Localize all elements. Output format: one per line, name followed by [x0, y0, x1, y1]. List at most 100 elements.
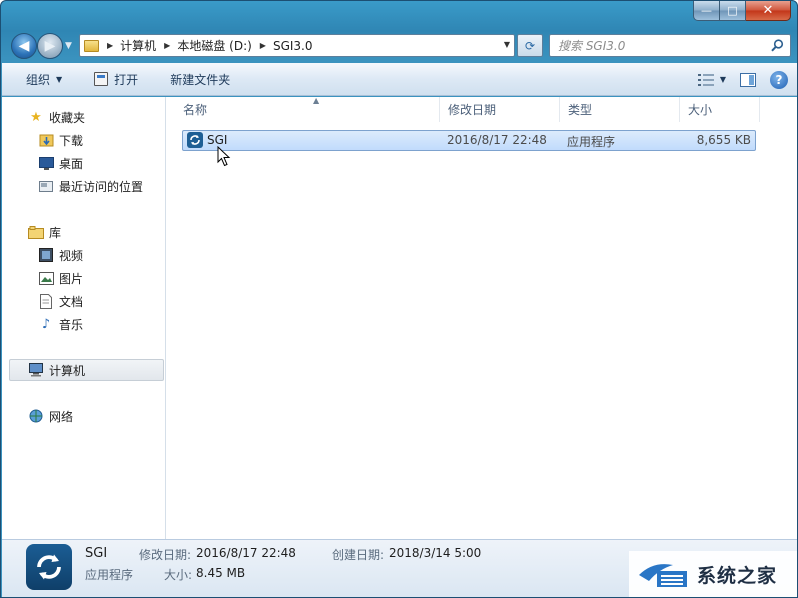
breadcrumb-local-disk[interactable]: 本地磁盘 (D:)	[177, 37, 251, 54]
file-name: SGI	[207, 133, 228, 147]
details-size-value: 8.45 MB	[196, 566, 246, 580]
address-dropdown-icon[interactable]: ▼	[504, 40, 510, 49]
details-size-label: 大小:	[164, 568, 193, 582]
address-bar[interactable]: ▶ 计算机 ▶ 本地磁盘 (D:) ▶ SGI3.0 ▼	[79, 34, 515, 57]
chevron-down-icon: ▼	[56, 74, 63, 84]
search-input[interactable]: 搜索 SGI3.0	[549, 34, 791, 57]
nav-item-downloads[interactable]: 下载	[38, 130, 83, 150]
details-modified-label: 修改日期:	[139, 548, 192, 562]
computer-icon	[28, 362, 44, 378]
watermark-text: 系统之家	[697, 564, 778, 587]
toolbar-right: ▼ ?	[697, 63, 788, 96]
help-icon[interactable]: ?	[770, 70, 788, 89]
column-header-size[interactable]: 大小	[680, 97, 760, 122]
document-icon	[38, 293, 54, 309]
table-row[interactable]: SGI 2016/8/17 22:48 应用程序 8,655 KB	[182, 130, 756, 151]
close-button[interactable]: ✕	[746, 1, 791, 21]
caption-buttons: — □ ✕	[693, 1, 791, 21]
video-icon	[38, 247, 54, 263]
content-area: ★ 收藏夹 下载 桌面 最近访问的位置 库 视频 图片 文档 ♪ 音乐 计算机 …	[2, 96, 797, 539]
nav-favorites[interactable]: ★ 收藏夹	[28, 107, 85, 127]
nav-libraries[interactable]: 库	[28, 222, 61, 242]
downloads-icon	[38, 132, 54, 148]
sort-ascending-icon: ▲	[313, 96, 320, 105]
organize-label: 组织	[26, 72, 51, 87]
details-created-value: 2018/3/14 5:00	[389, 546, 482, 560]
organize-button[interactable]: 组织 ▼	[2, 63, 72, 96]
chevron-right-icon[interactable]: ▶	[260, 41, 266, 50]
file-list-pane: 名称 ▲ 修改日期 类型 大小 SGI 2016/8/17 22:48 应用程序…	[167, 96, 797, 539]
file-type: 应用程序	[567, 135, 616, 149]
nav-item-music[interactable]: ♪ 音乐	[38, 314, 83, 334]
nav-item-desktop[interactable]: 桌面	[38, 153, 83, 173]
nav-item-label: 音乐	[59, 317, 84, 332]
column-header-type[interactable]: 类型	[560, 97, 680, 122]
desktop-icon	[38, 155, 54, 171]
app-icon	[187, 132, 203, 148]
forward-button[interactable]: ▶	[37, 33, 63, 59]
watermark-logo-icon	[639, 564, 687, 587]
preview-pane-icon[interactable]	[740, 72, 756, 87]
address-row: ◀ ▶ ▼ ▶ 计算机 ▶ 本地磁盘 (D:) ▶ SGI3.0 ▼ ⟳ 搜索 …	[1, 29, 797, 63]
nav-item-label: 图片	[59, 271, 84, 286]
nav-network[interactable]: 网络	[28, 406, 73, 426]
nav-network-label: 网络	[49, 409, 74, 424]
nav-item-recent[interactable]: 最近访问的位置	[38, 176, 143, 196]
app-icon-large	[26, 544, 72, 590]
navigation-pane: ★ 收藏夹 下载 桌面 最近访问的位置 库 视频 图片 文档 ♪ 音乐 计算机 …	[2, 97, 166, 539]
nav-item-label: 桌面	[59, 156, 84, 171]
open-icon	[94, 72, 109, 86]
arrow-left-icon: ◀	[18, 38, 30, 54]
nav-computer-label: 计算机	[49, 363, 86, 378]
picture-icon	[38, 270, 54, 286]
recent-pages-dropdown-icon[interactable]: ▼	[65, 41, 72, 51]
column-header-modified[interactable]: 修改日期	[440, 97, 560, 122]
details-modified-value: 2016/8/17 22:48	[196, 546, 296, 560]
explorer-window: — □ ✕ ◀ ▶ ▼ ▶ 计算机 ▶ 本地磁盘 (D:) ▶ SGI3.0 ▼…	[0, 0, 798, 598]
nav-item-label: 下载	[59, 133, 84, 148]
file-modified: 2016/8/17 22:48	[447, 133, 547, 147]
back-button[interactable]: ◀	[11, 33, 37, 59]
file-size: 8,655 KB	[696, 133, 751, 147]
breadcrumb-computer[interactable]: 计算机	[120, 37, 156, 54]
open-label: 打开	[114, 72, 139, 87]
change-view-button[interactable]: ▼	[697, 73, 726, 86]
search-placeholder: 搜索 SGI3.0	[558, 39, 626, 53]
minimize-button[interactable]: —	[693, 1, 720, 21]
nav-item-label: 文档	[59, 294, 84, 309]
mouse-cursor-icon	[217, 146, 231, 167]
chevron-down-icon: ▼	[719, 75, 726, 84]
column-name-label: 名称	[183, 103, 208, 117]
nav-computer[interactable]: 计算机	[28, 360, 85, 380]
nav-favorites-label: 收藏夹	[49, 110, 86, 125]
network-icon	[28, 408, 44, 424]
nav-item-label: 最近访问的位置	[59, 179, 144, 194]
open-button[interactable]: 打开	[84, 63, 148, 96]
new-folder-button[interactable]: 新建文件夹	[160, 63, 240, 96]
watermark: 系统之家	[629, 551, 797, 597]
nav-item-videos[interactable]: 视频	[38, 245, 83, 265]
library-icon	[28, 224, 44, 240]
nav-item-documents[interactable]: 文档	[38, 291, 83, 311]
nav-item-pictures[interactable]: 图片	[38, 268, 83, 288]
nav-libraries-label: 库	[49, 225, 62, 240]
column-size-label: 大小	[688, 103, 713, 117]
view-list-icon	[697, 73, 714, 86]
refresh-icon: ⟳	[524, 38, 536, 53]
maximize-button[interactable]: □	[720, 1, 746, 21]
arrow-right-icon: ▶	[44, 38, 56, 54]
new-folder-label: 新建文件夹	[170, 72, 231, 87]
nav-item-label: 视频	[59, 248, 84, 263]
chevron-right-icon[interactable]: ▶	[164, 41, 170, 50]
command-bar: 组织 ▼ 打开 新建文件夹 ▼ ?	[2, 63, 797, 96]
column-header-name[interactable]: 名称 ▲	[175, 96, 440, 122]
column-modified-label: 修改日期	[448, 103, 497, 117]
column-type-label: 类型	[568, 103, 593, 117]
star-icon: ★	[30, 109, 42, 125]
chevron-right-icon[interactable]: ▶	[107, 41, 113, 50]
recent-places-icon	[38, 178, 54, 194]
folder-icon	[84, 39, 99, 52]
music-note-icon: ♪	[41, 316, 51, 332]
refresh-button[interactable]: ⟳	[517, 34, 543, 57]
breadcrumb-sgi[interactable]: SGI3.0	[273, 39, 313, 53]
